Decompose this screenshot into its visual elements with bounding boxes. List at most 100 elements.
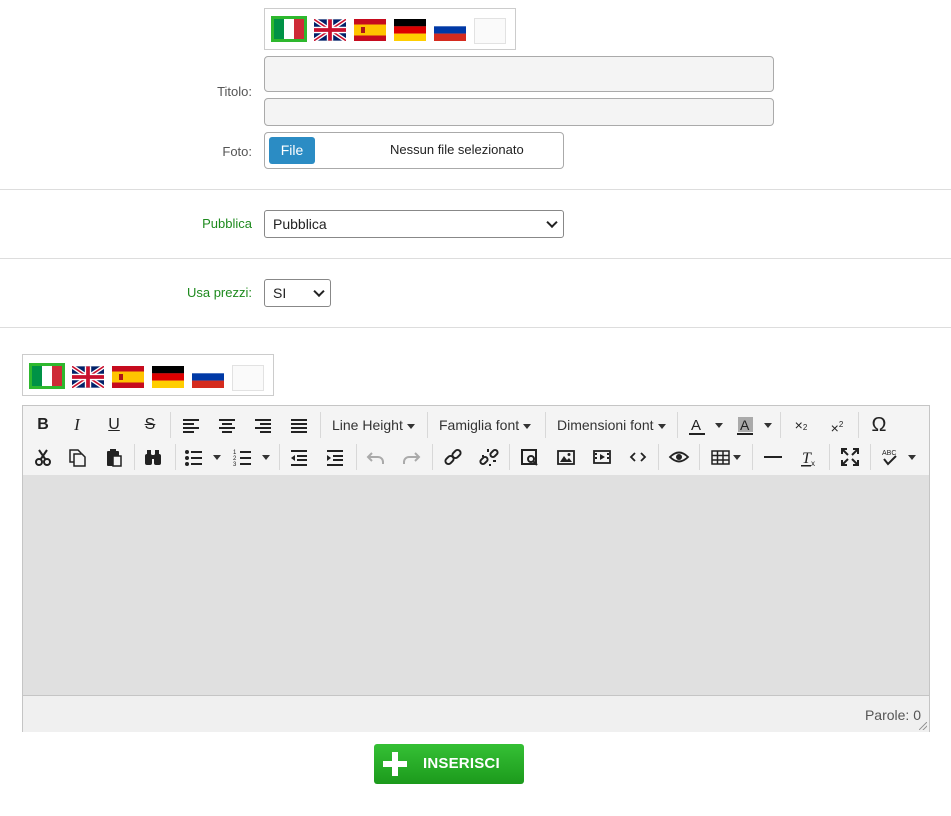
divider [0, 258, 951, 259]
strikethrough-icon[interactable]: S [138, 412, 162, 438]
empty-flag-icon[interactable] [232, 365, 264, 391]
align-justify-icon[interactable] [287, 412, 311, 438]
publish-select-value: Pubblica [273, 216, 327, 232]
title-label: Titolo: [217, 84, 252, 99]
germany-flag-icon[interactable] [152, 366, 184, 388]
word-count: Parole: 0 [864, 707, 921, 723]
background-color-dropdown-arrow[interactable] [764, 423, 772, 428]
line-height-dropdown[interactable]: Line Height [332, 412, 415, 438]
photo-label: Foto: [222, 144, 252, 159]
cut-icon[interactable] [31, 444, 55, 470]
bold-icon[interactable]: B [31, 412, 55, 438]
svg-text:ABC: ABC [882, 450, 896, 457]
redo-icon[interactable] [399, 444, 423, 470]
file-status-text: Nessun file selezionato [390, 142, 524, 157]
outdent-icon[interactable] [287, 444, 311, 470]
underline-icon[interactable]: U [102, 412, 126, 438]
title-input[interactable] [264, 56, 774, 92]
spellcheck-dropdown-arrow[interactable] [908, 455, 916, 460]
file-browser-icon[interactable] [518, 444, 542, 470]
toolbar-separator [175, 444, 176, 470]
toolbar-separator [658, 444, 659, 470]
divider [0, 327, 951, 328]
toolbar-separator [170, 412, 171, 438]
svg-text:A: A [691, 417, 701, 434]
russia-flag-icon[interactable] [192, 366, 224, 388]
svg-text:A: A [740, 417, 750, 433]
bullet-list-icon[interactable] [182, 444, 206, 470]
toolbar-separator [545, 412, 546, 438]
editor-content-area[interactable] [23, 475, 929, 695]
text-color-dropdown-arrow[interactable] [715, 423, 723, 428]
file-choose-button[interactable]: File [269, 137, 315, 164]
horizontal-rule-icon[interactable] [761, 444, 785, 470]
text-color-icon[interactable]: A [685, 412, 709, 438]
paste-icon[interactable] [102, 444, 126, 470]
toolbar-separator [320, 412, 321, 438]
publish-label: Pubblica [202, 216, 252, 231]
prices-select[interactable]: SI [264, 279, 331, 307]
toolbar-separator [427, 412, 428, 438]
indent-icon[interactable] [323, 444, 347, 470]
divider [0, 189, 951, 190]
spain-flag-icon[interactable] [112, 366, 144, 388]
find-replace-icon[interactable] [141, 444, 165, 470]
photo-file-input[interactable]: File Nessun file selezionato [264, 132, 564, 169]
superscript-icon[interactable]: ×2 [825, 412, 849, 438]
insert-button[interactable]: INSERISCI [374, 744, 524, 784]
spellcheck-icon[interactable]: ABC [878, 444, 902, 470]
toolbar-separator [509, 444, 510, 470]
link-icon[interactable] [441, 444, 465, 470]
rich-text-editor: B I U S Line Height Famiglia font Dimens… [22, 405, 930, 732]
uk-flag-icon[interactable] [72, 366, 104, 388]
numbered-list-icon[interactable]: 123 [231, 444, 255, 470]
font-family-dropdown[interactable]: Famiglia font [439, 412, 531, 438]
background-color-icon[interactable]: A [733, 412, 757, 438]
prices-label: Usa prezzi: [186, 285, 252, 300]
undo-icon[interactable] [364, 444, 388, 470]
toolbar-separator [356, 444, 357, 470]
source-code-icon[interactable] [626, 444, 650, 470]
align-left-icon[interactable] [179, 412, 203, 438]
clear-formatting-icon[interactable]: Tx [797, 444, 821, 470]
toolbar-separator [699, 444, 700, 470]
spain-flag-icon[interactable] [354, 19, 386, 41]
fullscreen-icon[interactable] [838, 444, 862, 470]
resize-handle-icon[interactable] [919, 722, 927, 730]
svg-text:x: x [811, 459, 815, 468]
image-icon[interactable] [554, 444, 578, 470]
italy-flag-icon[interactable] [29, 363, 65, 389]
italy-flag-icon[interactable] [271, 16, 307, 42]
numbered-list-dropdown-arrow[interactable] [262, 455, 270, 460]
table-dropdown-arrow[interactable] [733, 455, 741, 460]
bullet-list-dropdown-arrow[interactable] [213, 455, 221, 460]
chevron-down-icon [546, 216, 558, 229]
toolbar-separator [858, 412, 859, 438]
title-language-selector [264, 8, 516, 50]
title-input-secondary[interactable] [264, 98, 774, 126]
editor-toolbar: B I U S Line Height Famiglia font Dimens… [23, 406, 929, 475]
media-icon[interactable] [590, 444, 614, 470]
svg-text:3: 3 [233, 462, 237, 468]
germany-flag-icon[interactable] [394, 19, 426, 41]
font-size-dropdown[interactable]: Dimensioni font [557, 412, 666, 438]
preview-eye-icon[interactable] [667, 444, 691, 470]
table-icon[interactable] [709, 444, 733, 470]
chevron-down-icon [313, 285, 325, 298]
special-character-icon[interactable]: Ω [867, 412, 891, 438]
empty-flag-icon[interactable] [474, 18, 506, 44]
subscript-icon[interactable]: ×2 [789, 412, 813, 438]
align-right-icon[interactable] [251, 412, 275, 438]
copy-icon[interactable] [65, 444, 89, 470]
align-center-icon[interactable] [215, 412, 239, 438]
russia-flag-icon[interactable] [434, 19, 466, 41]
toolbar-separator [870, 444, 871, 470]
italic-icon[interactable]: I [65, 412, 89, 438]
uk-flag-icon[interactable] [314, 19, 346, 41]
editor-statusbar: Parole: 0 [23, 695, 929, 732]
publish-select[interactable]: Pubblica [264, 210, 564, 238]
toolbar-separator [829, 444, 830, 470]
unlink-icon[interactable] [477, 444, 501, 470]
prices-select-value: SI [273, 285, 287, 301]
toolbar-separator [279, 444, 280, 470]
